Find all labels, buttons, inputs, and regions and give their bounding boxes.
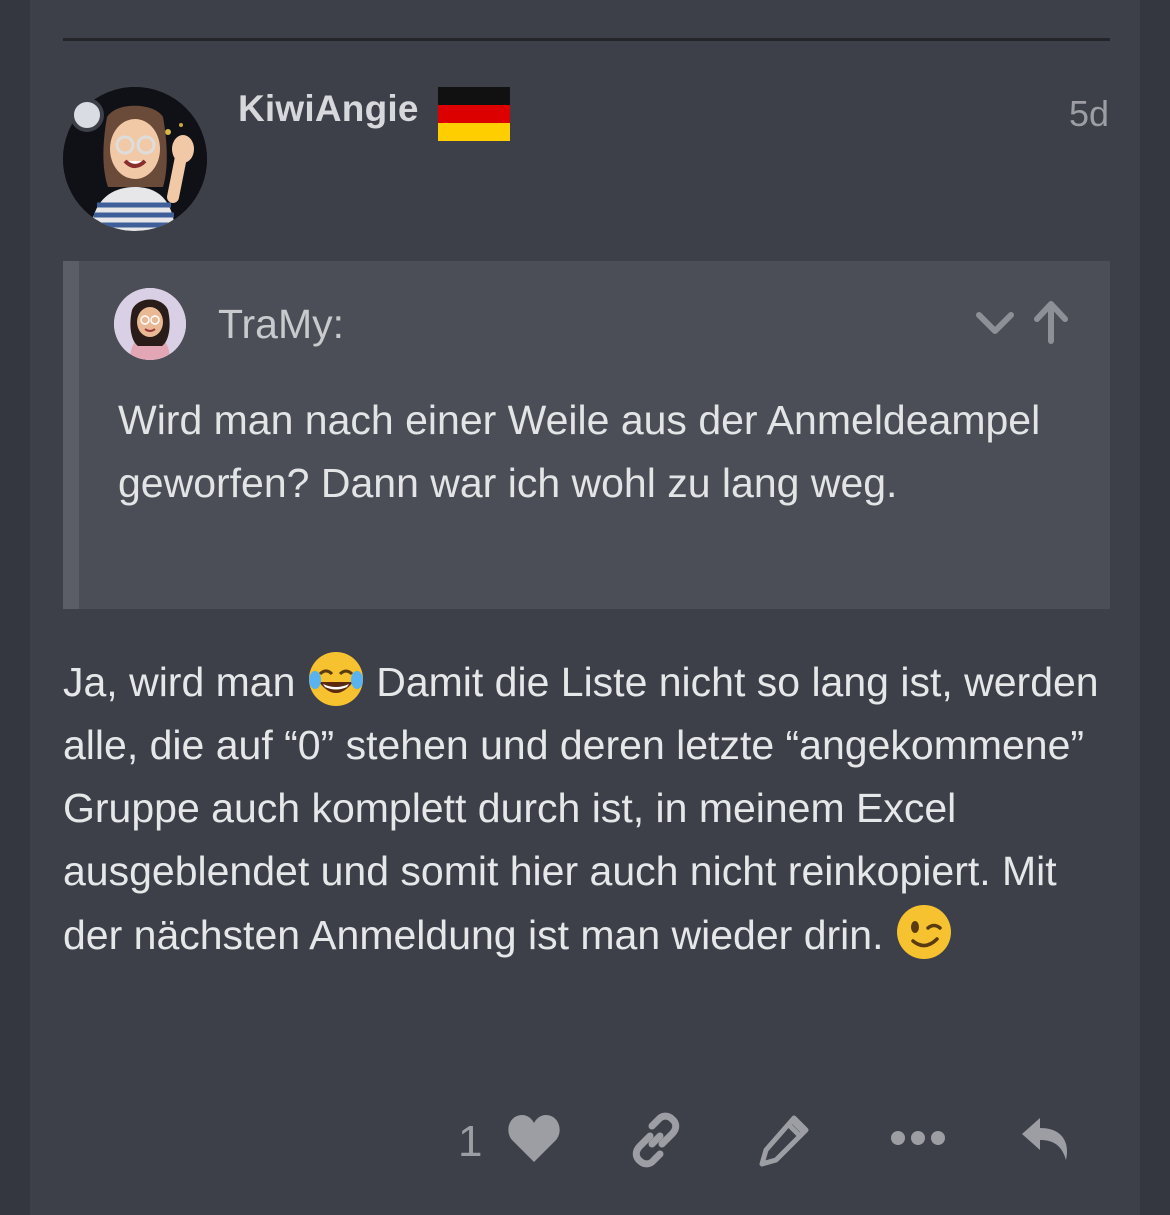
heart-icon[interactable]	[506, 1112, 562, 1164]
post-body-text: Ja, wird man	[63, 659, 307, 705]
quote-bar	[63, 261, 79, 609]
quote-author[interactable]: TraMy:	[218, 301, 344, 348]
chevron-down-icon[interactable]	[973, 301, 1017, 345]
username[interactable]: KiwiAngie	[238, 88, 419, 130]
page-margin-right	[1140, 0, 1170, 1215]
post-divider	[63, 38, 1110, 41]
page-margin-left	[0, 0, 30, 1215]
face-with-tears-of-joy-icon	[308, 652, 363, 706]
arrow-up-icon[interactable]	[1029, 297, 1073, 345]
winking-face-icon	[896, 905, 951, 959]
pencil-icon[interactable]	[756, 1112, 812, 1168]
more-icon[interactable]	[890, 1128, 946, 1148]
post-timestamp[interactable]: 5d	[1069, 93, 1109, 135]
germany-flag-icon	[438, 87, 510, 141]
post: KiwiAngie 5d TraMy: Wird man nach einer	[30, 0, 1140, 1215]
post-body: Ja, wird man Damit die Liste nicht so la…	[63, 650, 1113, 967]
link-icon[interactable]	[628, 1112, 684, 1168]
quote-avatar[interactable]	[114, 288, 186, 360]
like-count[interactable]: 1	[458, 1117, 482, 1167]
post-actions: 1	[30, 1100, 1140, 1180]
quote-block: TraMy: Wird man nach einer Weile aus der…	[63, 261, 1110, 609]
status-indicator	[70, 98, 104, 132]
reply-icon[interactable]	[1018, 1112, 1074, 1166]
quote-text: Wird man nach einer Weile aus der Anmeld…	[118, 397, 1041, 506]
